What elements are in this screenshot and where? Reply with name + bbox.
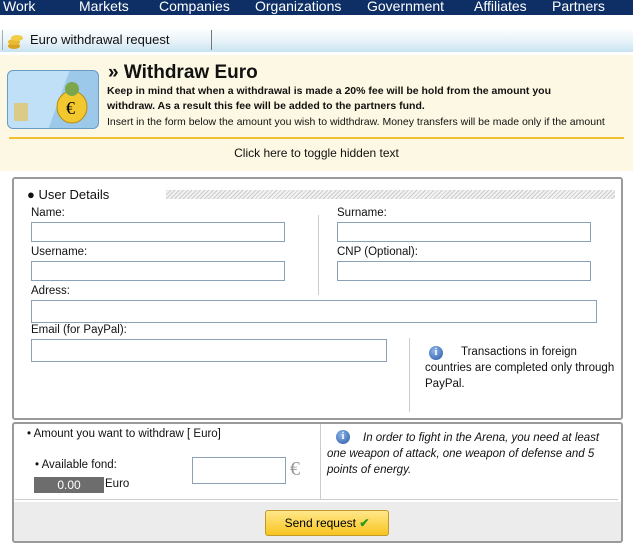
nav-companies[interactable]: Companies [159, 0, 230, 14]
euro-bag-image: € [7, 70, 99, 129]
hatched-bar [166, 190, 615, 199]
fee-notice-2: withdraw. As a result this fee will be a… [107, 100, 425, 112]
name-input[interactable] [31, 222, 285, 242]
heading-text: User Details [38, 187, 110, 202]
nav-government[interactable]: Government [367, 0, 444, 14]
euro-icon: € [290, 458, 300, 480]
money-bag-icon: € [14, 82, 88, 124]
amount-input[interactable] [192, 457, 286, 484]
nav-markets[interactable]: Markets [79, 0, 129, 14]
arena-note: In order to fight in the Arena, you need… [327, 432, 600, 476]
user-details-heading: ● User Details [27, 187, 110, 202]
intro-text: Insert in the form below the amount you … [107, 116, 605, 128]
available-value: 0.00 [34, 477, 104, 493]
surname-input[interactable] [337, 222, 591, 242]
email-input[interactable] [31, 339, 387, 362]
send-request-button[interactable]: Send request ✔ [265, 510, 389, 536]
nav-affiliates[interactable]: Affiliates [474, 0, 527, 14]
nav-organizations[interactable]: Organizations [255, 0, 341, 14]
username-input[interactable] [31, 261, 285, 281]
coins-icon [8, 35, 23, 49]
name-label: Name: [31, 207, 65, 219]
column-divider [318, 215, 319, 295]
nav-partners[interactable]: Partners [552, 0, 605, 14]
fee-notice-1: Keep in mind that when a withdrawal is m… [107, 85, 551, 97]
send-request-label: Send request [284, 516, 356, 530]
amount-label-text: Amount you want to withdraw [ Euro] [33, 428, 221, 440]
available-label-text: Available fond: [41, 459, 117, 471]
username-label: Username: [31, 246, 88, 258]
divider [15, 499, 618, 500]
toggle-hidden-text-link[interactable]: Click here to toggle hidden text [0, 146, 633, 160]
svg-text:€: € [66, 98, 75, 118]
address-label: Adress: [31, 285, 70, 297]
paypal-note: Transactions in foreign countries are co… [425, 346, 615, 390]
tab-title: Euro withdrawal request [30, 32, 170, 47]
email-label: Email (for PayPal): [31, 324, 127, 336]
amount-label: • Amount you want to withdraw [ Euro] [27, 428, 221, 440]
column-divider [320, 424, 321, 499]
surname-label: Surname: [337, 207, 387, 219]
column-divider [409, 338, 410, 412]
divider [9, 137, 624, 139]
checkmark-icon: ✔ [359, 516, 370, 530]
address-input[interactable] [31, 300, 597, 323]
currency-label: Euro [105, 478, 130, 490]
top-nav: Work Markets Companies Organizations Gov… [0, 0, 633, 15]
available-label: • Available fond: [35, 459, 117, 471]
page-title: » Withdraw Euro [108, 62, 258, 83]
cnp-label: CNP (Optional): [337, 246, 418, 258]
cnp-input[interactable] [337, 261, 591, 281]
nav-work[interactable]: Work [3, 0, 35, 14]
